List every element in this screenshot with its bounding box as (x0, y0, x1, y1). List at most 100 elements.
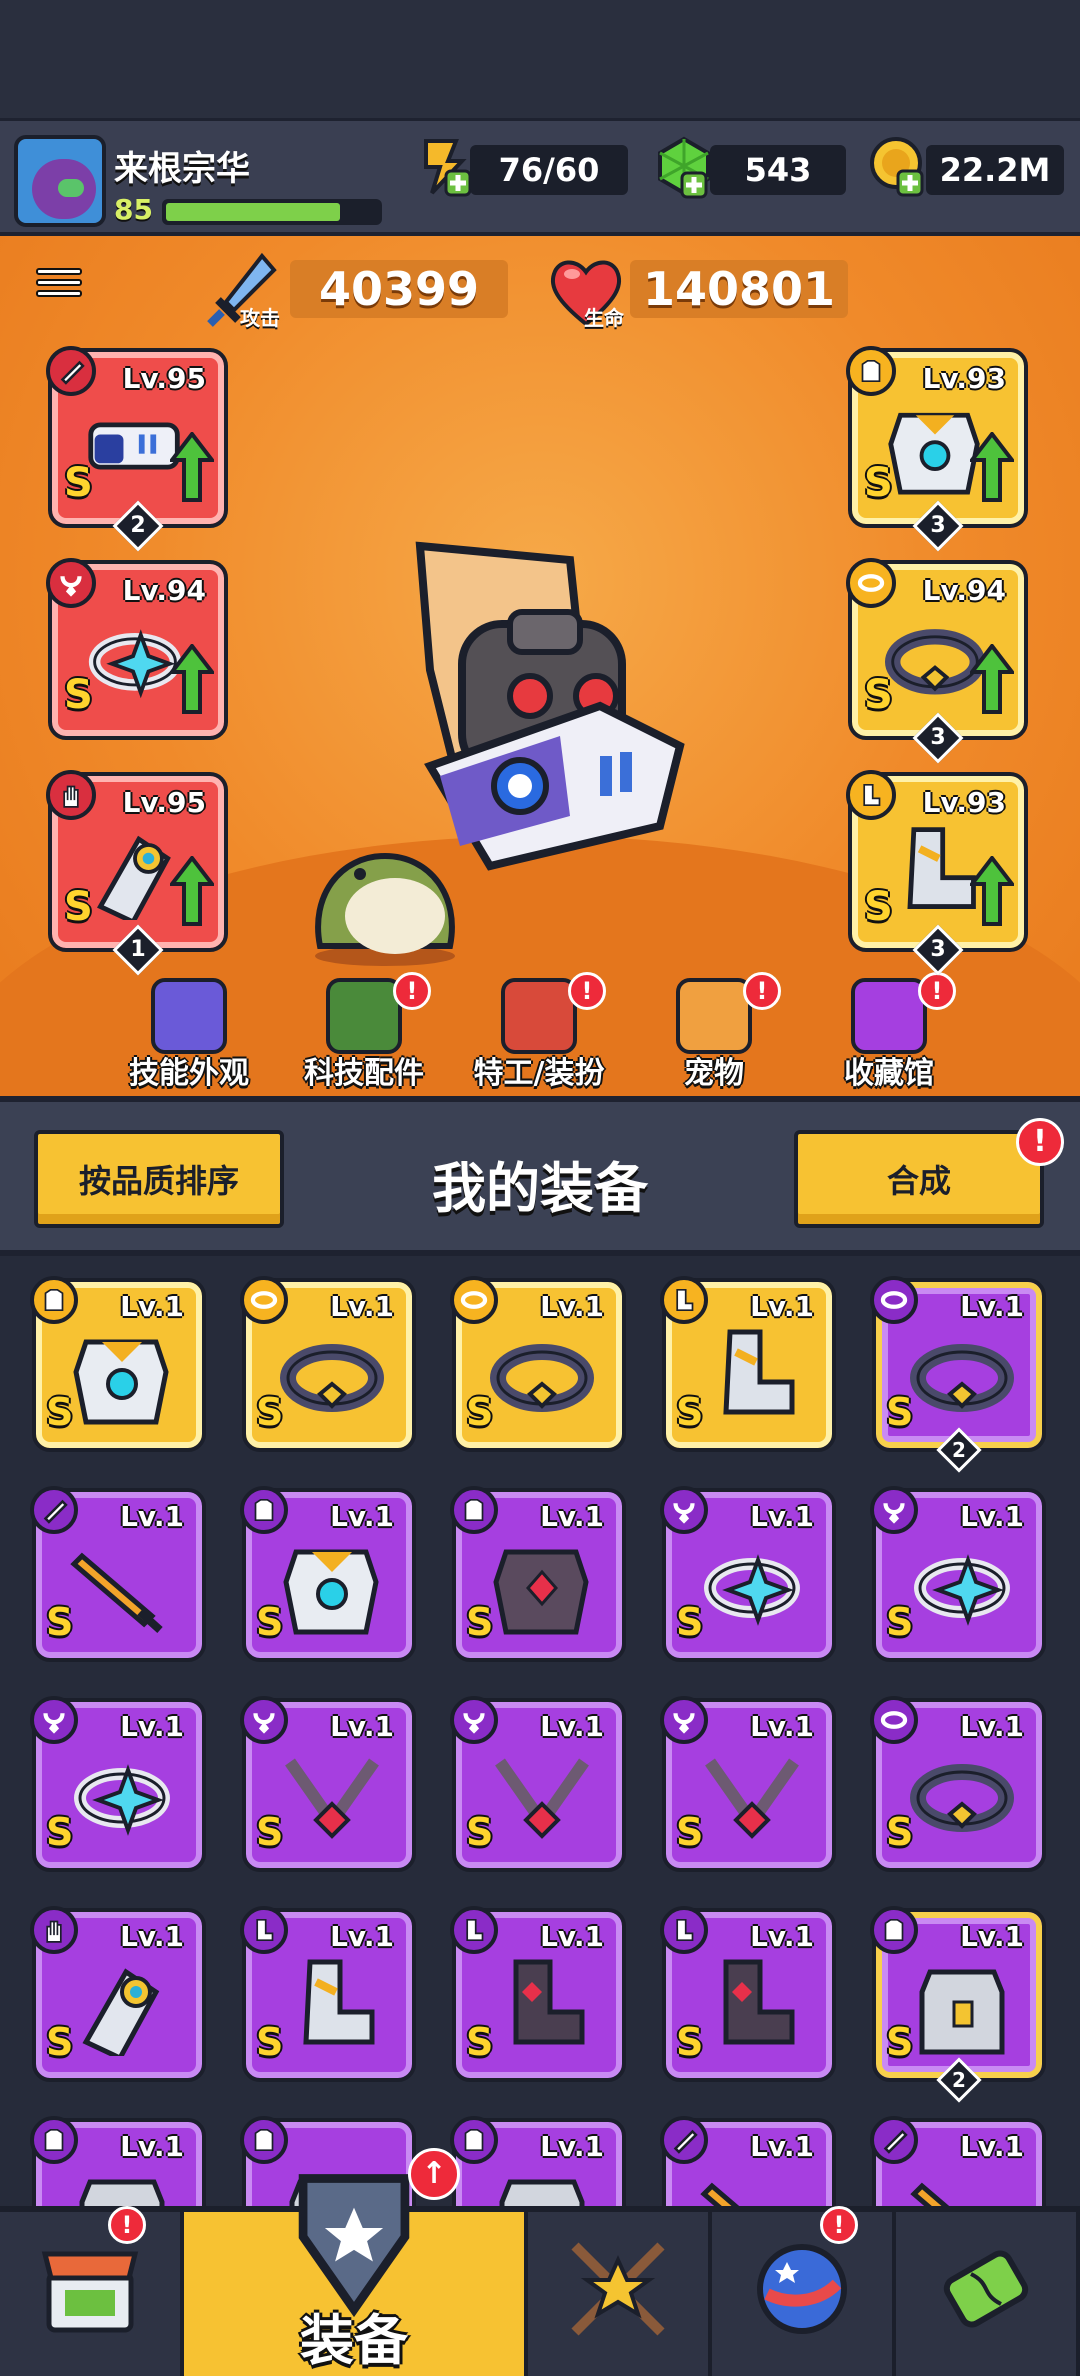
equipped-slot-left-3[interactable]: Lv.95 S 1 (46, 770, 228, 976)
hero-nav-label: 技能外观 (129, 1056, 249, 1091)
inventory-item[interactable]: Lv.1S (450, 1906, 626, 2082)
bottom-nav-shop[interactable]: ! (0, 2206, 184, 2376)
alert-badge: ! (820, 2206, 858, 2244)
inventory-item[interactable]: Lv.1S (30, 1906, 206, 2082)
chain-icon (705, 1758, 799, 1839)
inventory-item[interactable]: Lv.1S (870, 2116, 1046, 2206)
inventory-item[interactable]: Lv.1S (660, 1486, 836, 1662)
inventory-item[interactable]: Lv.1S (450, 1696, 626, 1872)
energy-icon[interactable] (412, 135, 476, 199)
gem-icon[interactable] (652, 135, 716, 199)
inventory-item[interactable]: Lv.1S (660, 1696, 836, 1872)
inventory-item[interactable]: Lv.1S (240, 1696, 416, 1872)
belt-icon (910, 1344, 1014, 1412)
item-count: 3 (930, 725, 946, 750)
belt-icon (870, 1276, 918, 1324)
knife-icon (30, 1486, 78, 1534)
equipped-slot-right-1[interactable]: Lv.93 S 3 (846, 346, 1028, 552)
hero-character[interactable] (400, 536, 700, 876)
coin-icon[interactable] (868, 135, 932, 199)
inventory-item[interactable]: Lv.1S (450, 2116, 626, 2206)
item-level: Lv.1 (540, 1290, 604, 1323)
inventory-item[interactable]: Lv.1S (240, 1486, 416, 1662)
item-count-badge: 3 (912, 500, 964, 552)
belt-icon (280, 1344, 384, 1412)
hero-nav-skill-skin[interactable]: 技能外观 (104, 978, 274, 1096)
item-level: Lv.1 (330, 1920, 394, 1953)
hero-nav-pet[interactable]: 宠物! (629, 972, 799, 1096)
item-grade: S (46, 1390, 74, 1434)
inventory-item[interactable]: Lv.1S (660, 2116, 836, 2206)
item-grade: S (676, 1810, 704, 1854)
item-level: Lv.1 (540, 1710, 604, 1743)
item-count: 2 (130, 513, 146, 538)
item-count: 2 (952, 2068, 966, 2092)
item-grade: S (46, 1810, 74, 1854)
tech-parts-icon (326, 978, 402, 1054)
inventory-item[interactable]: Lv.1S (660, 1276, 836, 1452)
hero-area: 攻击 40399 生命 140801 技能外观 科技配件 ! 特工/装扮 ! 宠… (0, 236, 1080, 1096)
bottom-nav-planet[interactable]: ! (712, 2206, 896, 2376)
bottom-nav: ! 装备 ↑! (0, 2148, 1080, 2376)
necklace-icon (660, 1486, 708, 1534)
inventory-item[interactable]: Lv.1S (30, 1486, 206, 1662)
bottom-nav-battle[interactable] (528, 2212, 712, 2376)
hero-nav-collection[interactable]: 收藏馆! (804, 972, 974, 1096)
inventory-item[interactable]: Lv.1S (660, 1906, 836, 2082)
attack-label: 攻击 (240, 306, 280, 330)
inventory-item[interactable]: Lv.1S (450, 1276, 626, 1452)
equipped-slot-right-3[interactable]: Lv.93 S 3 (846, 770, 1028, 976)
attack-value: 40399 (290, 260, 508, 318)
item-grade: S (46, 1600, 74, 1644)
bottom-nav-equipment[interactable]: 装备 ↑ (184, 2148, 528, 2376)
inventory-item[interactable]: Lv.1S (870, 1486, 1046, 1662)
item-level: Lv.1 (120, 1710, 184, 1743)
item-level: Lv.94 (922, 574, 1006, 607)
item-grade: S (864, 884, 893, 930)
alert-badge: ! (743, 972, 781, 1010)
item-level: Lv.1 (960, 1290, 1024, 1323)
inventory-item[interactable]: Lv.1S (450, 1486, 626, 1662)
item-level: Lv.1 (120, 1920, 184, 1953)
belt-icon (910, 1764, 1014, 1832)
equipped-slot-left-1[interactable]: Lv.95 S 2 (46, 346, 228, 552)
battle-icon (571, 2242, 665, 2336)
avatar[interactable] (14, 135, 106, 227)
equipped-slot-right-2[interactable]: Lv.94 S 3 (846, 558, 1028, 764)
boot-icon (660, 1906, 708, 1954)
sword-icon (910, 2182, 950, 2206)
item-count-badge: 2 (936, 2057, 982, 2103)
inventory-item[interactable]: Lv.1S (240, 1276, 416, 1452)
inventory-item[interactable]: Lv.1 S (30, 1696, 206, 1872)
item-count-badge: 2 (112, 500, 164, 552)
hero-nav-label: 科技配件 (304, 1056, 424, 1091)
necklace-icon (660, 1696, 708, 1744)
inventory-item[interactable]: Lv.1S (870, 1696, 1046, 1872)
equipped-slot-left-2[interactable]: Lv.94 S (46, 558, 228, 740)
pet-frog[interactable] (300, 836, 470, 966)
menu-icon[interactable] (36, 264, 82, 308)
inventory-item[interactable]: Lv.1S (240, 1906, 416, 2082)
merge-button[interactable]: 合成 (794, 1130, 1044, 1228)
item-count-badge: 2 (936, 1427, 982, 1473)
hero-nav-tech-parts[interactable]: 科技配件! (279, 972, 449, 1096)
hero-nav-label: 收藏馆 (844, 1056, 934, 1091)
player-name: 来根宗华 (114, 149, 250, 189)
inventory-item[interactable]: Lv.1 S 2 (870, 1276, 1046, 1473)
item-level: Lv.1 (960, 1920, 1024, 1953)
item-level: Lv.95 (122, 786, 206, 819)
inventory-item[interactable]: Lv.1S (30, 1276, 206, 1452)
gauntlet-icon (82, 1968, 160, 2056)
inventory-item[interactable]: Lv.1S (30, 2116, 206, 2206)
armor-icon (240, 1486, 288, 1534)
inventory-item[interactable]: Lv.1 S 2 (870, 1906, 1046, 2103)
bottom-nav-dna[interactable] (896, 2212, 1080, 2376)
item-grade: S (676, 2020, 704, 2064)
armor-icon (450, 2116, 498, 2164)
item-level: Lv.1 (750, 1500, 814, 1533)
hero-nav-agent-costume[interactable]: 特工/装扮! (454, 972, 624, 1096)
item-count: 1 (130, 937, 146, 962)
item-level: Lv.1 (330, 1500, 394, 1533)
glove-icon (46, 770, 96, 820)
belt-icon (490, 1344, 594, 1412)
